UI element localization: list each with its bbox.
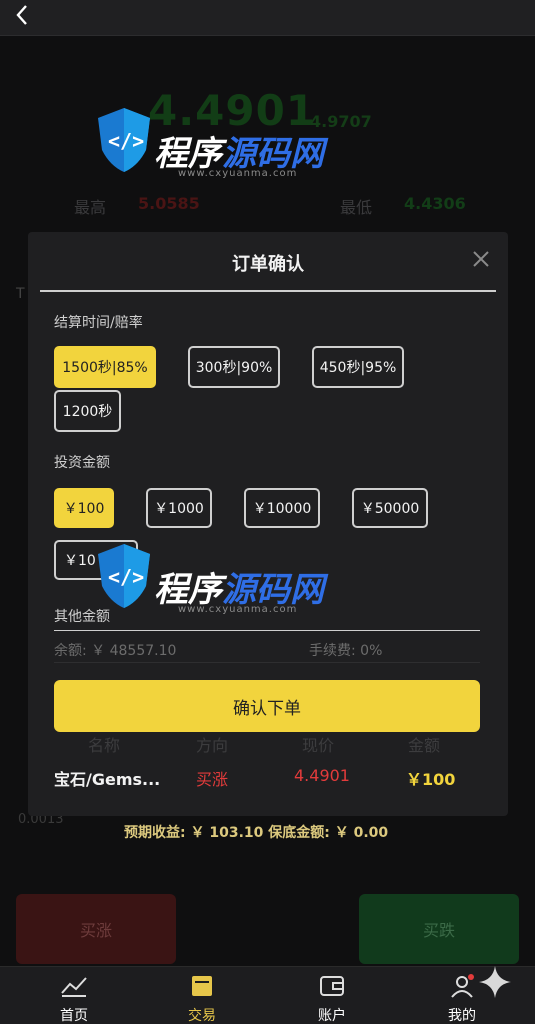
nav-label-account: 账户	[318, 1008, 346, 1024]
amount-option-1000[interactable]: ￥1000	[146, 488, 212, 528]
trade-icon	[192, 976, 212, 996]
side-letter: T	[16, 286, 25, 302]
column-price: 现价	[302, 736, 335, 755]
svg-text:</>: </>	[108, 565, 144, 589]
column-amount: 金额	[408, 736, 441, 755]
order-direction: 买涨	[196, 770, 229, 789]
time-option-300[interactable]: 300秒|90%	[188, 346, 280, 388]
confirm-order-button[interactable]: 确认下单	[54, 680, 480, 732]
nav-label-mine: 我的	[448, 1008, 476, 1024]
balance-divider	[54, 662, 480, 663]
chart-icon	[61, 977, 87, 997]
investment-amount-label: 投资金额	[54, 455, 110, 471]
shield-icon: </>	[98, 544, 150, 608]
nav-label-trade: 交易	[188, 1008, 216, 1024]
dialog-title: 订单确认	[232, 254, 304, 275]
amount-option-100[interactable]: ￥100	[54, 488, 114, 528]
svg-text:</>: </>	[108, 129, 144, 153]
nav-item-account[interactable]: 账户	[292, 973, 372, 1024]
order-name: 宝石/Gems...	[54, 770, 161, 789]
buy-up-button[interactable]: 买涨	[16, 894, 176, 964]
chevron-left-icon[interactable]	[10, 2, 36, 28]
order-amount: ￥100	[406, 770, 456, 789]
title-divider	[40, 290, 496, 292]
column-direction: 方向	[196, 736, 229, 755]
wallet-icon	[320, 976, 344, 996]
fee-text: 手续费: 0%	[309, 643, 383, 659]
low-label: 最低	[340, 198, 373, 217]
user-icon	[451, 974, 474, 998]
other-amount-input[interactable]	[54, 630, 480, 631]
nav-item-trade[interactable]: 交易	[162, 973, 242, 1024]
expected-return-text: 预期收益: ￥ 103.10 保底金额: ￥ 0.00	[124, 825, 389, 841]
time-option-1500[interactable]: 1500秒|85%	[54, 346, 156, 388]
watermark-logo-2: </> 程序源码网 www.cxyuanma.com	[94, 540, 334, 630]
top-bar	[0, 0, 535, 36]
order-confirm-dialog: 订单确认 结算时间/赔率 1500秒|85% 300秒|90% 450秒|95%…	[28, 232, 508, 841]
bottom-nav: 首页 交易 账户 我的	[0, 966, 535, 1024]
low-value: 4.4306	[404, 194, 466, 213]
buy-down-button[interactable]: 买跌	[359, 894, 519, 964]
close-icon[interactable]	[472, 250, 490, 268]
order-price: 4.4901	[294, 766, 350, 785]
amount-option-50000[interactable]: ￥50000	[352, 488, 428, 528]
settlement-time-label: 结算时间/赔率	[54, 315, 143, 331]
high-value: 5.0585	[138, 194, 200, 213]
shield-icon: </>	[98, 108, 150, 172]
sparkle-icon	[479, 966, 511, 998]
high-label: 最高	[74, 198, 107, 217]
time-option-450[interactable]: 450秒|95%	[312, 346, 404, 388]
nav-label-home: 首页	[60, 1008, 88, 1024]
nav-item-home[interactable]: 首页	[34, 973, 114, 1024]
balance-text: 余额: ￥ 48557.10	[54, 643, 177, 659]
amount-option-10000[interactable]: ￥10000	[244, 488, 320, 528]
column-name: 名称	[88, 736, 121, 755]
time-option-1200[interactable]: 1200秒	[54, 390, 121, 432]
watermark-logo: </> 程序源码网 www.cxyuanma.com	[94, 104, 334, 194]
